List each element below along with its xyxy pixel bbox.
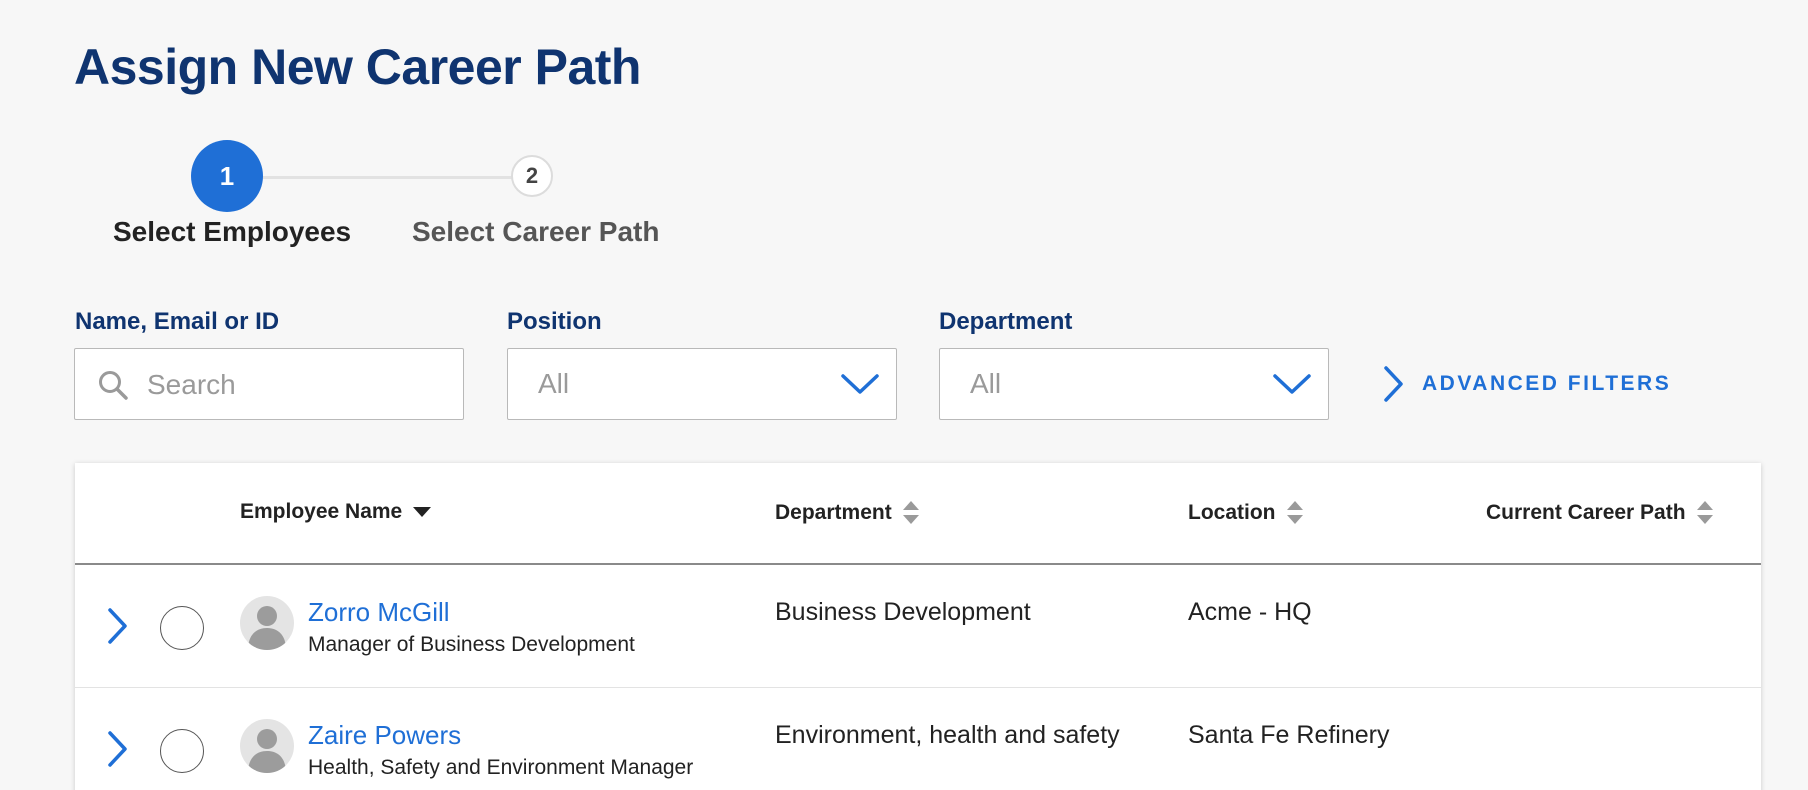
table-row: Zaire Powers Health, Safety and Environm… [75,688,1761,790]
search-field[interactable] [74,348,464,420]
chevron-right-icon [1384,366,1403,402]
sort-icon [902,500,920,526]
page: Assign New Career Path 1 Select Employee… [0,0,1808,790]
chevron-down-icon [841,374,879,394]
step-label: Select Employees [113,216,352,247]
department-select[interactable]: All [939,348,1329,420]
search-input[interactable] [147,363,447,407]
employee-name-link[interactable]: Zorro McGill [308,597,450,628]
position-label: Position [507,308,602,335]
chevron-down-icon [1273,374,1311,394]
search-label: Name, Email or ID [75,308,280,335]
expand-row-chevron-icon[interactable] [106,730,128,768]
sort-icon [1286,500,1304,526]
person-icon [248,606,286,650]
employees-table: Employee Name Department Location Curren… [75,463,1761,790]
step-number-badge: 1 [191,140,263,212]
employee-name-link[interactable]: Zaire Powers [308,720,461,751]
step-label: Select Career Path [412,216,660,247]
employee-location: Acme - HQ [1188,598,1312,626]
column-header-department[interactable]: Department [775,500,920,526]
column-header-employee-name[interactable]: Employee Name [240,500,432,524]
column-header-label: Department [775,501,892,524]
column-header-label: Employee Name [240,500,403,523]
position-selected-value: All [538,368,570,399]
advanced-filters-label: ADVANCED FILTERS [1422,372,1672,395]
stepper-connector [227,176,532,179]
row-select-radio[interactable] [160,729,204,773]
employee-department: Business Development [775,598,1031,626]
department-selected-value: All [970,368,1002,399]
step-number-badge: 2 [511,155,553,197]
sort-descending-icon [412,506,432,518]
column-header-label: Current Career Path [1486,501,1686,524]
search-icon [99,371,128,400]
person-icon [248,729,286,773]
expand-row-chevron-icon[interactable] [106,607,128,645]
department-label: Department [939,308,1073,335]
column-header-current-career-path[interactable]: Current Career Path [1486,500,1714,526]
employee-job-title: Manager of Business Development [308,633,635,656]
table-header: Employee Name Department Location Curren… [75,463,1761,565]
page-title: Assign New Career Path [74,39,641,95]
employee-job-title: Health, Safety and Environment Manager [308,756,694,779]
table-row: Zorro McGill Manager of Business Develop… [75,565,1761,688]
advanced-filters-toggle[interactable]: ADVANCED FILTERS [1382,362,1671,406]
sort-icon [1696,500,1714,526]
employee-location: Santa Fe Refinery [1188,721,1390,749]
avatar [240,719,294,773]
employee-department: Environment, health and safety [775,721,1120,749]
row-select-radio[interactable] [160,606,204,650]
column-header-location[interactable]: Location [1188,500,1304,526]
position-select[interactable]: All [507,348,897,420]
column-header-label: Location [1188,501,1276,524]
avatar [240,596,294,650]
stepper: 1 Select Employees 2 Select Career Path [0,138,700,258]
